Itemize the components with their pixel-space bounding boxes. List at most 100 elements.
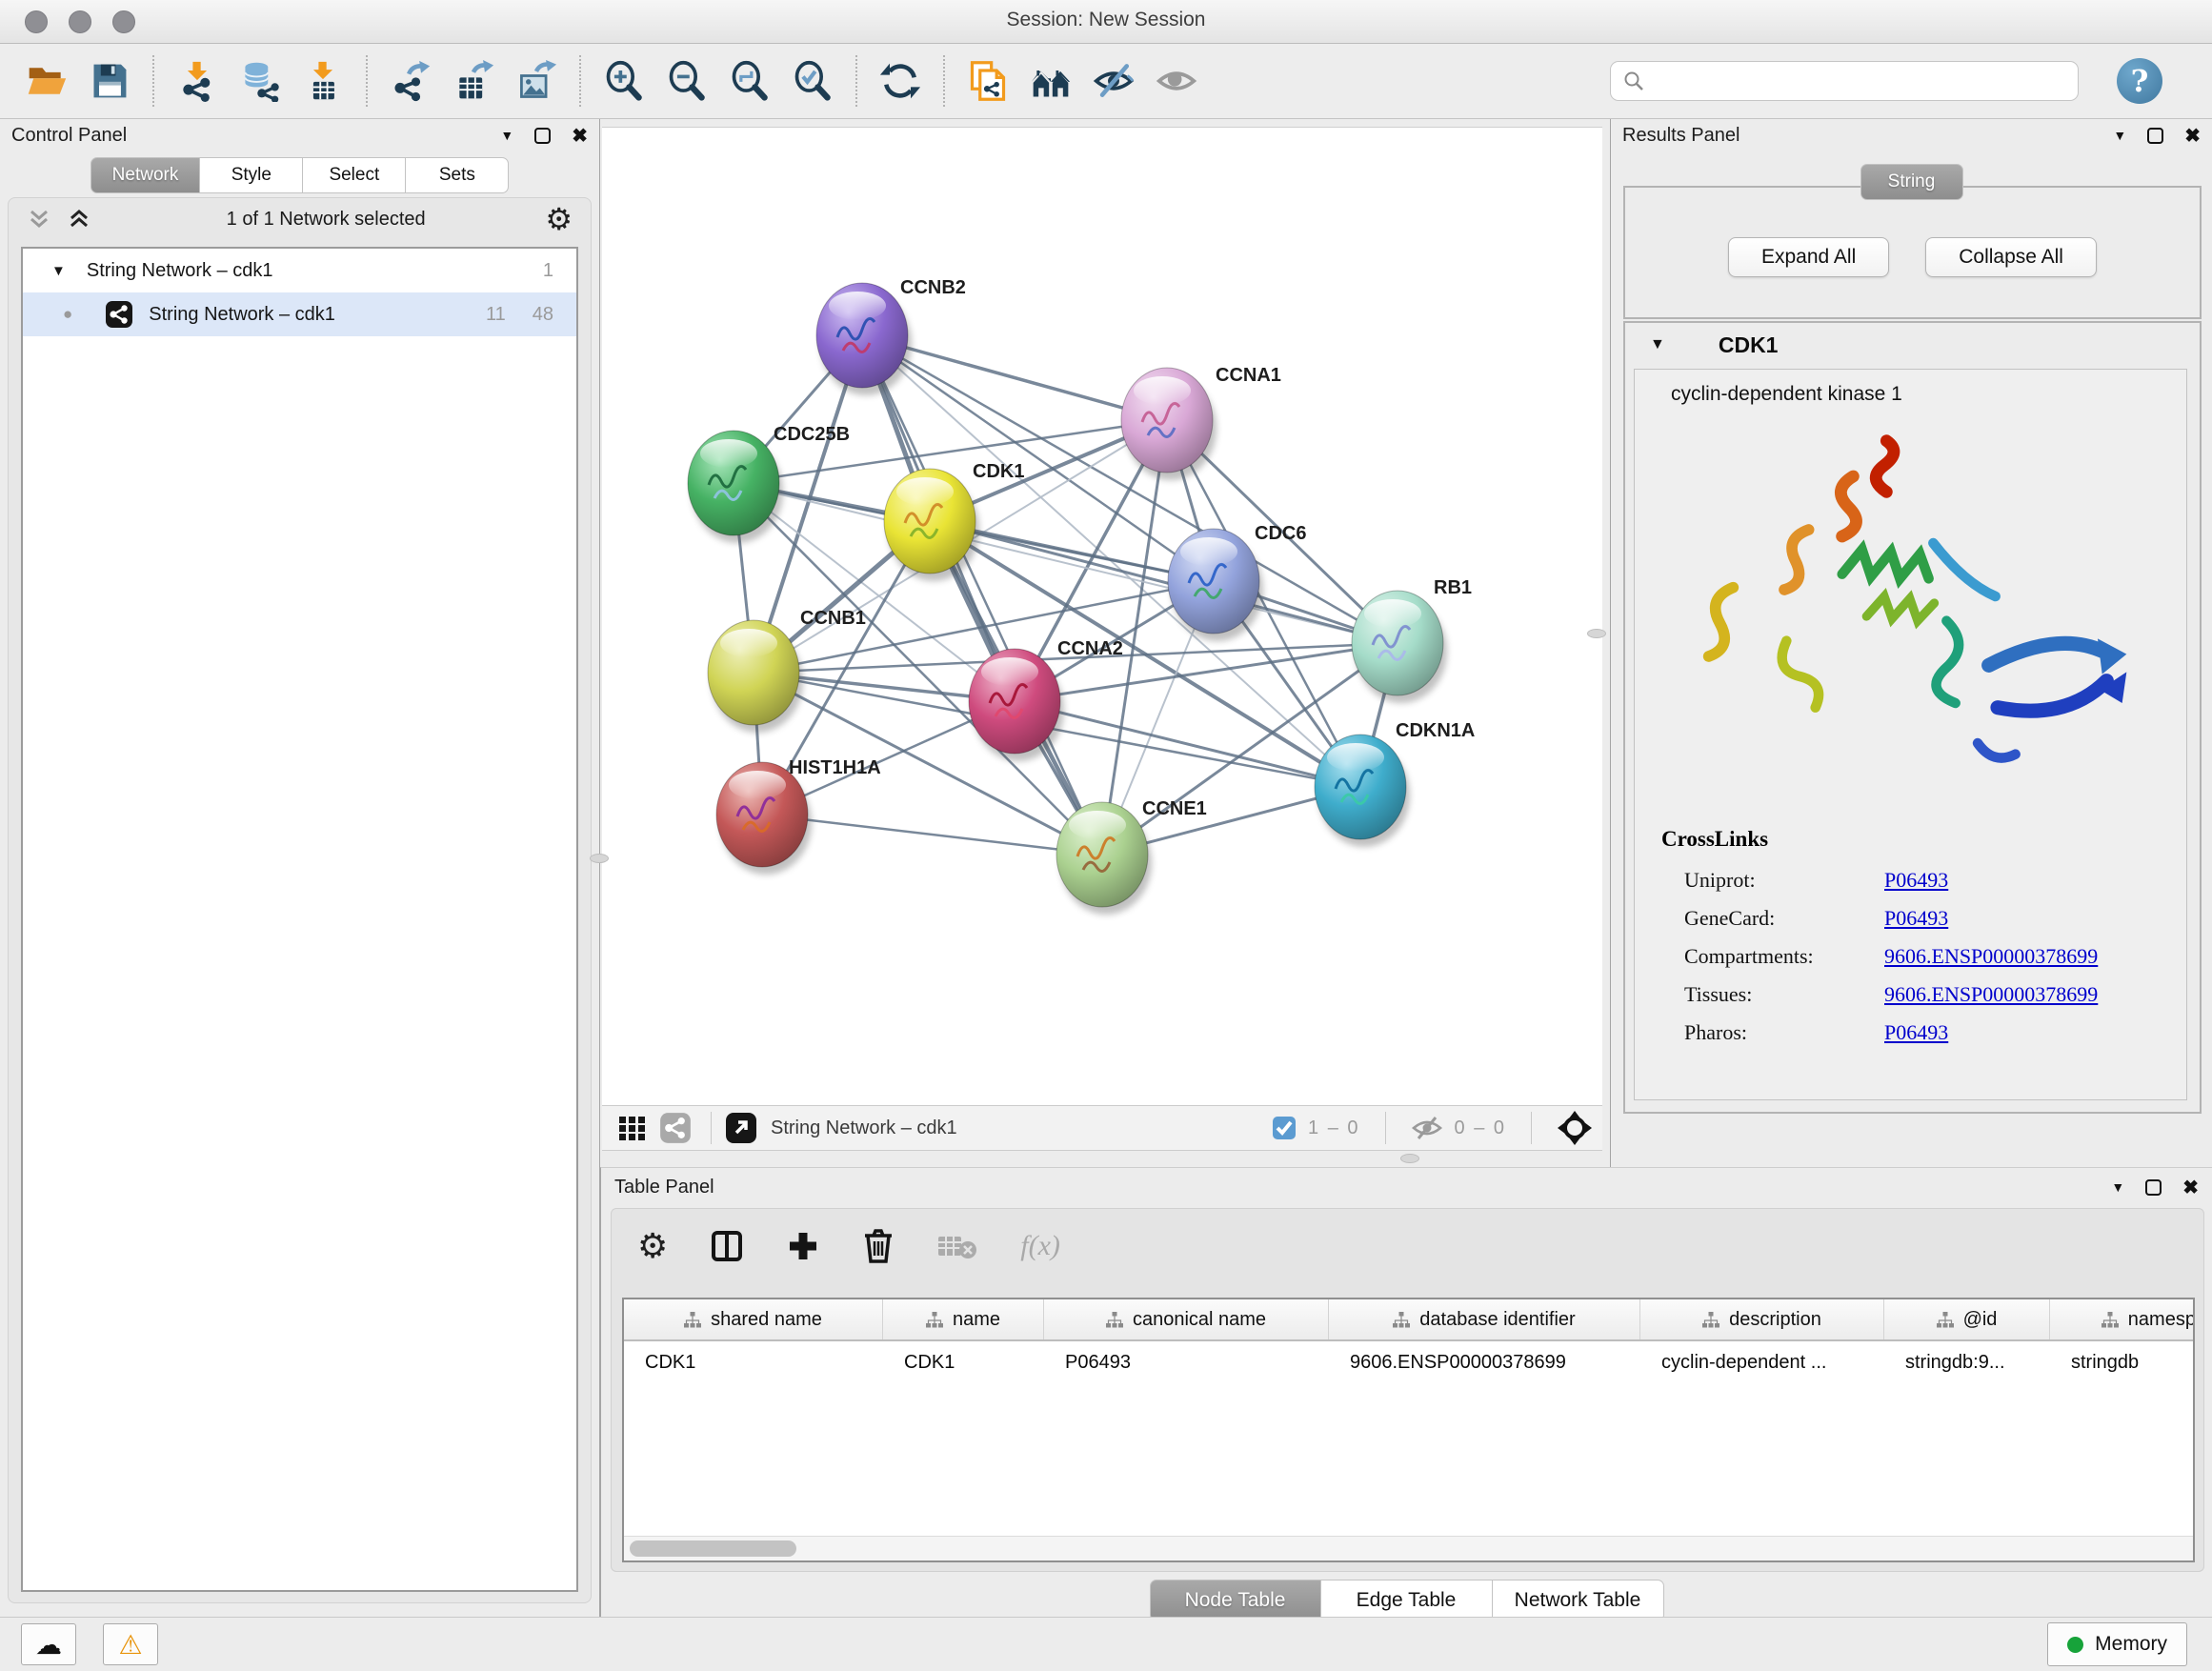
hide-selected-icon[interactable]: [1088, 52, 1139, 110]
network-list-icon[interactable]: [659, 1112, 692, 1144]
crosslink-value-link[interactable]: P06493: [1884, 868, 1948, 893]
delete-column-icon[interactable]: [862, 1228, 895, 1264]
table-cell[interactable]: cyclin-dependent ...: [1640, 1352, 1884, 1374]
panel-float-icon[interactable]: [2145, 1179, 2162, 1196]
panel-dropdown-icon[interactable]: ▼: [500, 128, 513, 143]
network-collection-row[interactable]: ▼ String Network – cdk1 1: [23, 249, 576, 292]
table-cell[interactable]: P06493: [1044, 1352, 1329, 1374]
network-node[interactable]: RB1: [1352, 577, 1472, 703]
export-table-icon[interactable]: [448, 52, 499, 110]
tab-sets[interactable]: Sets: [406, 157, 509, 193]
expander-icon[interactable]: ▼: [51, 263, 66, 279]
splitter-handle[interactable]: [590, 854, 609, 863]
grid-view-icon[interactable]: [617, 1113, 648, 1143]
cloud-status-button[interactable]: ☁: [21, 1623, 76, 1665]
panel-float-icon[interactable]: [534, 128, 551, 144]
scrollbar-thumb[interactable]: [630, 1540, 796, 1557]
network-node[interactable]: CDKN1A: [1315, 720, 1475, 847]
table-cell[interactable]: CDK1: [883, 1352, 1044, 1374]
crosslink-value-link[interactable]: 9606.ENSP00000378699: [1884, 944, 2098, 969]
column-header-database-identifier[interactable]: database identifier: [1329, 1299, 1640, 1339]
save-session-icon[interactable]: [84, 52, 135, 110]
network-canvas[interactable]: CCNB2CCNA1CDC25BCDK1CDC6RB1CCNB1CCNA2CDK…: [602, 127, 1602, 1105]
network-options-gear-icon[interactable]: ⚙: [545, 204, 573, 234]
select-columns-icon[interactable]: [710, 1229, 744, 1263]
crosslink-value-link[interactable]: P06493: [1884, 906, 1948, 931]
import-table-icon[interactable]: [297, 52, 349, 110]
collapse-all-button[interactable]: Collapse All: [1925, 237, 2097, 277]
network-edge[interactable]: [862, 335, 1102, 855]
tab-edge-table[interactable]: Edge Table: [1321, 1580, 1493, 1621]
network-row[interactable]: ● String Network – cdk1 11 48: [23, 292, 576, 336]
tab-network-table[interactable]: Network Table: [1493, 1580, 1664, 1621]
network-node[interactable]: CCNA1: [1121, 365, 1281, 480]
search-box[interactable]: [1610, 61, 2079, 101]
column-header-description[interactable]: description: [1640, 1299, 1884, 1339]
table-options-gear-icon[interactable]: ⚙: [637, 1229, 668, 1263]
panel-dropdown-icon[interactable]: ▼: [2111, 1179, 2124, 1195]
collapse-section-icon[interactable]: ▼: [1650, 336, 1665, 353]
apply-layout-icon[interactable]: [875, 52, 926, 110]
zoom-out-icon[interactable]: [661, 52, 713, 110]
search-input[interactable]: [1653, 70, 2066, 91]
network-node[interactable]: CCNA2: [969, 638, 1123, 761]
tab-style[interactable]: Style: [200, 157, 303, 193]
control-panel-title: Control Panel: [11, 125, 127, 147]
column-header-namespace[interactable]: namespace: [2050, 1299, 2193, 1339]
column-header-shared-name[interactable]: shared name: [624, 1299, 883, 1339]
zoom-fit-icon[interactable]: [724, 52, 775, 110]
selected-checkbox-icon[interactable]: [1272, 1116, 1297, 1140]
memory-button[interactable]: Memory: [2047, 1622, 2187, 1666]
birdseye-view-icon[interactable]: [1557, 1110, 1593, 1146]
crosslink-value-link[interactable]: P06493: [1884, 1020, 1948, 1045]
network-node[interactable]: CDK1: [884, 461, 1024, 581]
network-edge[interactable]: [762, 815, 1102, 855]
horizontal-scrollbar[interactable]: [624, 1536, 2193, 1560]
table-cell[interactable]: 9606.ENSP00000378699: [1329, 1352, 1640, 1374]
import-network-icon[interactable]: [171, 52, 223, 110]
warnings-button[interactable]: ⚠: [103, 1623, 158, 1665]
column-header-canonical-name[interactable]: canonical name: [1044, 1299, 1329, 1339]
export-image-icon[interactable]: [511, 52, 562, 110]
open-file-icon[interactable]: [21, 52, 72, 110]
expand-all-networks-icon[interactable]: [67, 208, 91, 231]
import-network-database-icon[interactable]: [234, 52, 286, 110]
panel-close-icon[interactable]: ✖: [2184, 124, 2201, 148]
panel-close-icon[interactable]: ✖: [572, 124, 588, 148]
column-header--id[interactable]: @id: [1884, 1299, 2050, 1339]
detach-view-icon[interactable]: [725, 1112, 757, 1144]
table-row[interactable]: CDK1CDK1P064939606.ENSP00000378699cyclin…: [624, 1341, 2193, 1383]
column-header-name[interactable]: name: [883, 1299, 1044, 1339]
network-edge[interactable]: [1102, 420, 1167, 855]
crosslink-value-link[interactable]: 9606.ENSP00000378699: [1884, 982, 2098, 1007]
splitter-handle[interactable]: [1400, 1154, 1419, 1163]
show-all-icon[interactable]: [1151, 52, 1202, 110]
expand-all-button[interactable]: Expand All: [1728, 237, 1889, 277]
network-node[interactable]: CDC6: [1168, 523, 1306, 641]
tab-string[interactable]: String: [1860, 164, 1963, 200]
panel-close-icon[interactable]: ✖: [2182, 1176, 2199, 1199]
network-node[interactable]: CCNE1: [1056, 798, 1207, 915]
crosslink-row: Compartments:9606.ENSP00000378699: [1635, 937, 2186, 976]
splitter-handle[interactable]: [1587, 629, 1606, 638]
duplicate-network-icon[interactable]: [962, 52, 1014, 110]
zoom-in-icon[interactable]: [598, 52, 650, 110]
network-node[interactable]: HIST1H1A: [716, 757, 881, 875]
panel-float-icon[interactable]: [2147, 128, 2163, 144]
zoom-selected-icon[interactable]: [787, 52, 838, 110]
export-network-icon[interactable]: [385, 52, 436, 110]
network-node[interactable]: CCNB1: [708, 608, 866, 733]
tab-select[interactable]: Select: [303, 157, 406, 193]
network-node[interactable]: CCNB2: [816, 277, 966, 395]
tab-node-table[interactable]: Node Table: [1150, 1580, 1321, 1621]
table-cell[interactable]: stringdb:9...: [1884, 1352, 2050, 1374]
table-cell[interactable]: stringdb: [2050, 1352, 2193, 1374]
hidden-eye-icon[interactable]: [1411, 1114, 1443, 1142]
tab-network[interactable]: Network: [90, 157, 201, 193]
collapse-all-networks-icon[interactable]: [27, 208, 51, 231]
help-button[interactable]: ?: [2117, 58, 2162, 104]
panel-dropdown-icon[interactable]: ▼: [2113, 128, 2126, 143]
table-cell[interactable]: CDK1: [624, 1352, 883, 1374]
first-neighbors-icon[interactable]: [1025, 52, 1076, 110]
add-column-icon[interactable]: [786, 1229, 820, 1263]
